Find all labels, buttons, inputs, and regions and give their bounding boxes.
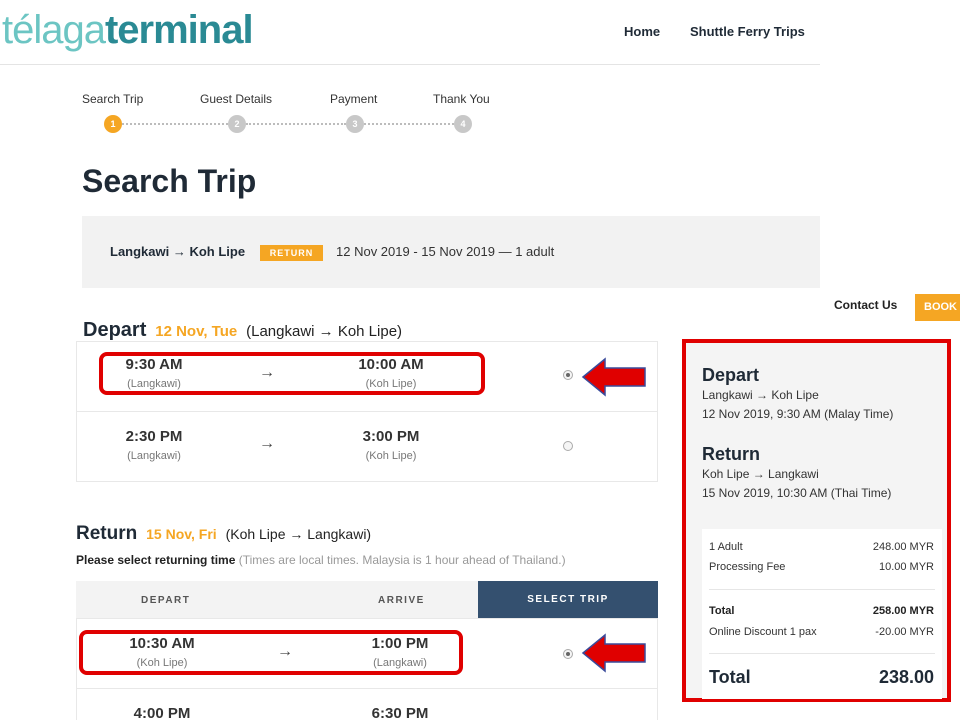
selected-trip-highlight xyxy=(79,630,463,675)
return-section-header: Return 15 Nov, Fri (Koh Lipe → Langkawi) xyxy=(76,523,371,545)
panel-return-title: Return xyxy=(702,444,760,464)
depart-row2-arr-place: (Koh Lipe) xyxy=(365,450,417,462)
return-route: (Koh Lipe → Langkawi) xyxy=(225,526,372,542)
header-divider xyxy=(0,64,820,65)
step-label-payment: Payment xyxy=(330,92,378,106)
logo-part-2: terminal xyxy=(104,8,254,52)
depart-row1-radio[interactable] xyxy=(563,370,573,380)
price-adult-value: 248.00 MYR xyxy=(872,541,934,553)
return-note-bold: Please select returning time xyxy=(76,553,236,567)
depart-route: (Langkawi → Koh Lipe) xyxy=(246,323,403,340)
step-label-search-trip: Search Trip xyxy=(82,92,144,106)
step-dot-4: 4 xyxy=(454,115,472,133)
depart-row2-radio[interactable] xyxy=(563,441,573,451)
depart-date: 12 Nov, Tue xyxy=(155,323,238,340)
return-row2-dep-time: 4:00 PM xyxy=(133,705,191,720)
subtotal-value: 258.00 MYR xyxy=(872,605,934,617)
depart-row2-arr-time: 3:00 PM xyxy=(362,428,420,445)
panel-return-route: Koh Lipe → Langkawi xyxy=(702,467,819,481)
depart-row2-arrow: → xyxy=(259,435,275,452)
header-select-trip: SELECT TRIP xyxy=(478,581,658,618)
price-adult-label: 1 Adult xyxy=(709,541,743,553)
return-note: Please select returning time (Times are … xyxy=(76,553,566,567)
summary-route: Langkawi → Koh Lipe xyxy=(110,244,246,259)
panel-depart-time: 12 Nov 2019, 9:30 AM (Malay Time) xyxy=(702,407,894,421)
row-divider xyxy=(76,411,658,412)
return-note-text: (Times are local times. Malaysia is 1 ho… xyxy=(238,553,566,567)
price-fee-value: 10.00 MYR xyxy=(878,561,934,573)
price-fee-label: Processing Fee xyxy=(709,561,786,573)
step-connector xyxy=(122,123,228,125)
page-title: Search Trip xyxy=(82,163,257,199)
header-depart: DEPART xyxy=(141,595,191,606)
book-button[interactable]: BOOK T xyxy=(915,294,960,321)
subtotal-label: Total xyxy=(709,605,735,617)
depart-row2-dep-time: 2:30 PM xyxy=(125,428,183,445)
depart-section-header: Depart 12 Nov, Tue (Langkawi → Koh Lipe) xyxy=(83,319,402,342)
step-label-thank-you: Thank You xyxy=(433,92,490,106)
discount-value: -20.00 MYR xyxy=(875,626,934,638)
return-badge: RETURN xyxy=(260,245,323,261)
row-divider xyxy=(76,688,658,689)
step-connector xyxy=(364,123,454,125)
step-label-guest-details: Guest Details xyxy=(200,92,273,106)
depart-title: Depart xyxy=(83,319,147,341)
depart-row2-dep-place: (Langkawi) xyxy=(127,450,181,462)
header-arrive: ARRIVE xyxy=(378,595,425,606)
return-row2-arr-time: 6:30 PM xyxy=(371,705,429,720)
return-date: 15 Nov, Fri xyxy=(146,526,217,542)
nav-home-link[interactable]: Home xyxy=(624,24,660,39)
trip-summary-bar: Langkawi → Koh Lipe RETURN 12 Nov 2019 -… xyxy=(82,216,820,288)
pointer-arrow-icon xyxy=(581,357,646,397)
return-title: Return xyxy=(76,523,138,544)
step-dot-2: 2 xyxy=(228,115,246,133)
panel-return-time: 15 Nov 2019, 10:30 AM (Thai Time) xyxy=(702,486,892,500)
total-label: Total xyxy=(709,667,751,687)
discount-label: Online Discount 1 pax xyxy=(709,626,817,638)
selected-trip-highlight xyxy=(99,352,485,395)
price-divider xyxy=(709,653,935,654)
step-dot-3: 3 xyxy=(346,115,364,133)
logo-part-1: télaga xyxy=(2,8,106,52)
panel-depart-title: Depart xyxy=(702,365,760,385)
step-connector xyxy=(246,123,346,125)
step-dot-1: 1 xyxy=(104,115,122,133)
telaga-terminal-logo[interactable]: télagaterminal xyxy=(2,6,254,54)
price-divider xyxy=(709,589,935,590)
summary-dates: 12 Nov 2019 - 15 Nov 2019 — 1 adult xyxy=(336,244,555,259)
pointer-arrow-icon xyxy=(581,633,646,673)
total-value: 238.00 xyxy=(878,667,934,687)
panel-depart-route: Langkawi → Koh Lipe xyxy=(702,388,819,402)
nav-shuttle-ferry-trips-link[interactable]: Shuttle Ferry Trips xyxy=(690,24,805,39)
contact-us-link[interactable]: Contact Us xyxy=(834,298,897,312)
return-row1-radio[interactable] xyxy=(563,649,573,659)
